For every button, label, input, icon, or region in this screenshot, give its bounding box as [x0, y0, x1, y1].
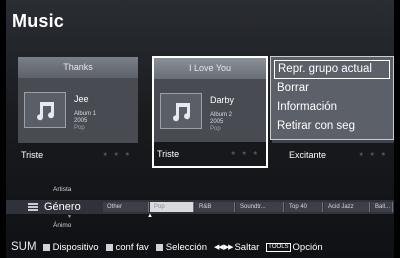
hint-favorites[interactable]: conf fav [105, 241, 149, 253]
category-bar: Género Other Pop R&B Soundtr... Top 40 A… [6, 200, 394, 214]
hint-label: Saltar [234, 241, 260, 253]
category-prev[interactable]: Artista [53, 186, 71, 193]
track-album: Album 1 [74, 111, 97, 117]
chevron-down-icon: ▼ [67, 214, 72, 220]
track-mood-bar: Excitante ★ ★ ★ [272, 143, 394, 167]
track-artist: Darby [210, 95, 235, 105]
genre-tag[interactable]: Top 40 [285, 202, 323, 212]
track-album: Album 2 [210, 112, 233, 118]
track-year: 2005 [74, 118, 88, 124]
track-card-focused[interactable]: I Love You Darby Album 2 2005 Pop Triste… [152, 56, 268, 168]
menu-item-information[interactable]: Información [274, 98, 390, 117]
menu-item-delete[interactable]: Borrar [274, 79, 390, 98]
square-icon [105, 243, 113, 251]
track-card[interactable]: Thanks Jee Album 1 2005 Pop Triste ★ ★ ★ [18, 57, 138, 167]
music-screen: Music Thanks Jee Album 1 2005 Pop Triste… [6, 0, 394, 258]
track-title: Thanks [18, 57, 138, 78]
track-year: 2005 [210, 119, 224, 125]
hint-skip[interactable]: ◀◀ ▶▶ Saltar [214, 242, 259, 253]
hint-label: Opción [292, 241, 323, 253]
music-note-icon [24, 92, 66, 128]
hint-select[interactable]: Selección [155, 241, 207, 253]
track-meta: Album 1 2005 Pop [74, 111, 96, 132]
hint-label: Selección [165, 241, 207, 253]
genre-tag[interactable]: Other [103, 202, 149, 212]
track-mood: Triste [157, 149, 180, 159]
rating-stars-icon: ★ ★ ★ [230, 151, 260, 157]
category-current[interactable]: Género [44, 200, 81, 214]
footer-bar: SUM Dispositivo conf fav Selección ◀◀ ▶▶… [6, 236, 394, 258]
tools-menu: Repr. grupo actual Borrar Información Re… [270, 56, 394, 140]
track-meta: Album 2 2005 Pop [210, 112, 232, 133]
track-title: I Love You [154, 58, 266, 79]
tools-key-icon: TOOLS [266, 242, 291, 252]
hint-label: conf fav [115, 241, 149, 253]
menu-item-safe-remove[interactable]: Retirar con seg [274, 117, 390, 136]
rating-stars-icon: ★ ★ ★ [358, 152, 388, 158]
selection-caret-icon: ▲ [147, 213, 153, 219]
music-note-icon [160, 93, 202, 129]
genre-tag[interactable]: Acid Jazz [324, 202, 370, 212]
genre-tag[interactable]: R&B [195, 202, 235, 212]
track-mood: Triste [21, 150, 44, 160]
hint-tools[interactable]: TOOLS Opción [266, 241, 323, 253]
device-name: SUM [11, 241, 37, 253]
track-genre: Pop [210, 126, 221, 132]
hint-label: Dispositivo [52, 241, 99, 253]
track-genre: Pop [74, 125, 85, 131]
page-title: Music [12, 11, 65, 31]
menu-item-play-group[interactable]: Repr. grupo actual [274, 60, 390, 79]
rating-stars-icon: ★ ★ ★ [102, 152, 132, 158]
genre-tag[interactable]: Ball... [371, 202, 393, 212]
track-mood: Excitante [289, 150, 327, 160]
skip-arrows-icon: ◀◀ ▶▶ [213, 244, 234, 251]
category-next[interactable]: Ánimo [53, 222, 71, 229]
list-icon [28, 203, 38, 211]
genre-tag-active[interactable]: Pop [150, 202, 194, 212]
genre-tag-list: Other Pop R&B Soundtr... Top 40 Acid Jaz… [103, 202, 393, 212]
square-icon [155, 243, 163, 251]
track-artist: Jee [74, 94, 89, 104]
hint-device[interactable]: Dispositivo [42, 241, 99, 253]
track-mood-bar: Triste ★ ★ ★ [18, 143, 138, 167]
genre-tag[interactable]: Soundtr... [236, 202, 284, 212]
track-mood-bar: Triste ★ ★ ★ [154, 142, 266, 166]
square-icon [42, 243, 50, 251]
